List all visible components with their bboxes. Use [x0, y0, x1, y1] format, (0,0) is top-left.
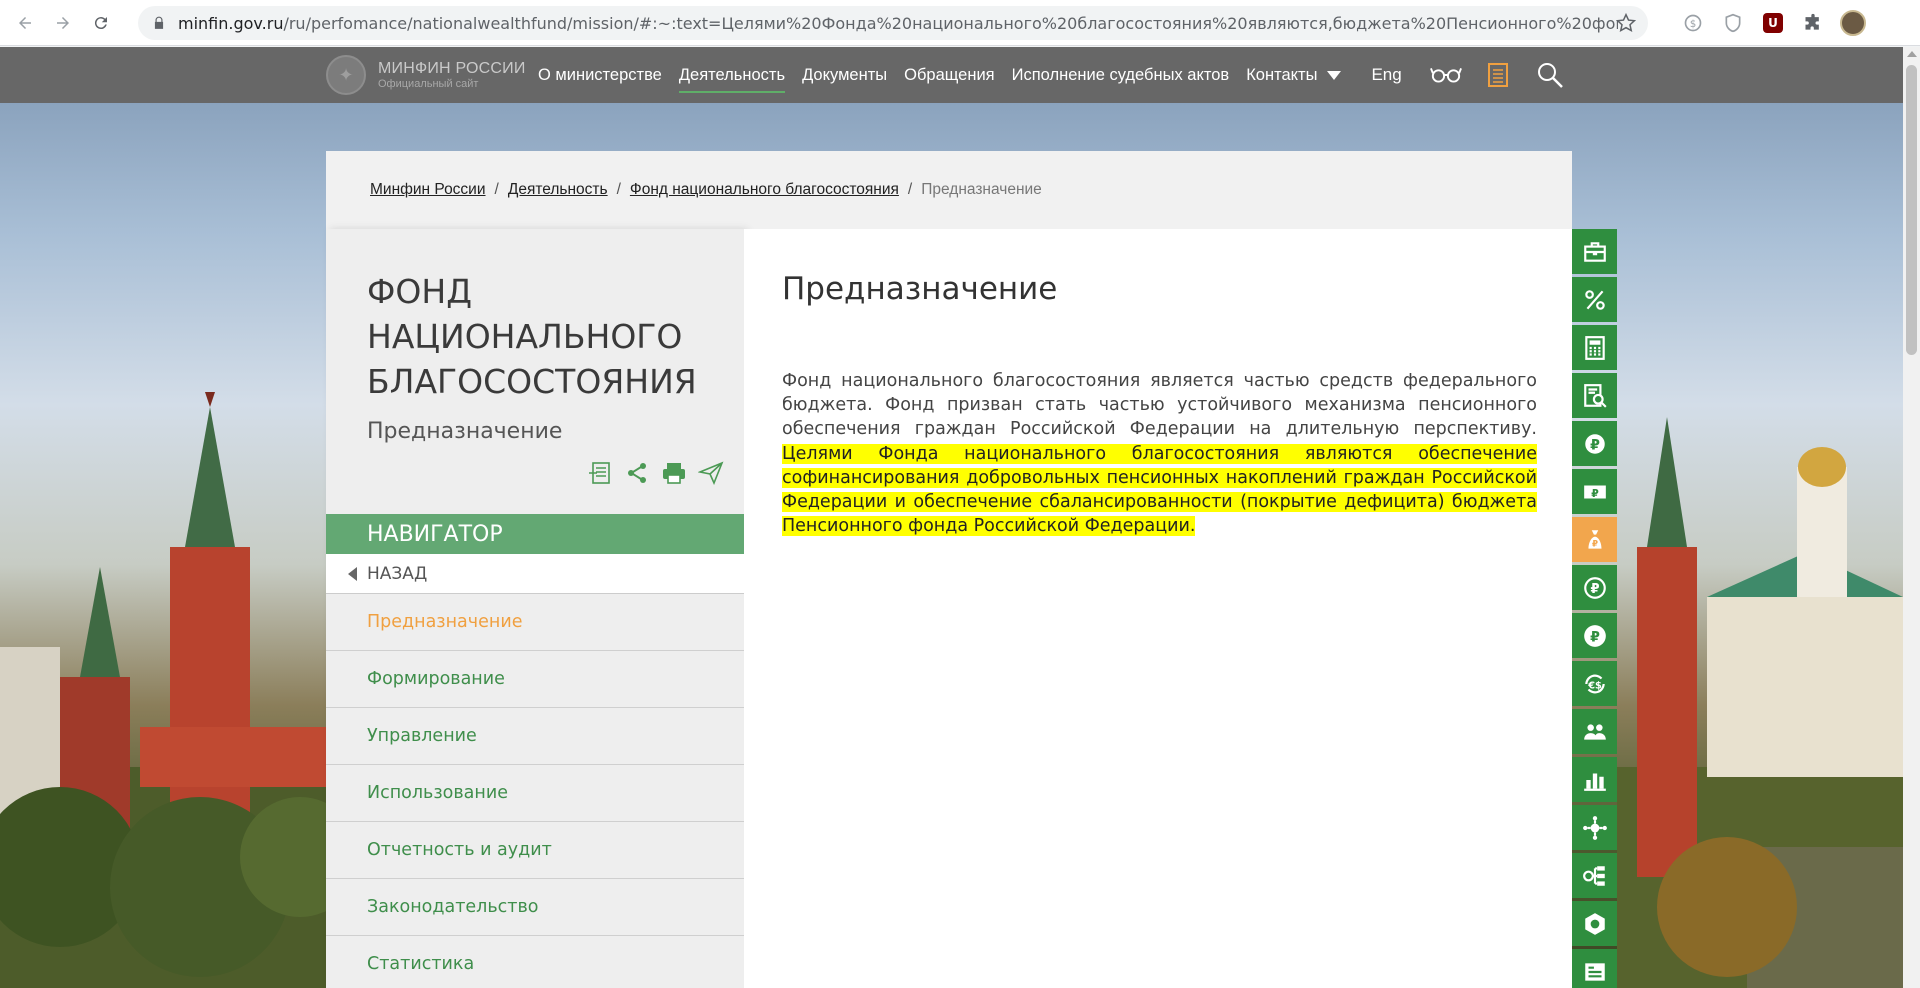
- browser-toolbar: minfin.gov.ru/ru/perfomance/nationalweal…: [0, 0, 1920, 46]
- logo-subtitle: Официальный сайт: [378, 77, 479, 90]
- profile-avatar[interactable]: [1840, 10, 1866, 36]
- breadcrumb-link-fund[interactable]: Фонд национального благосостояния: [630, 181, 899, 199]
- menu-item-activity[interactable]: Деятельность: [678, 47, 786, 103]
- print-icon[interactable]: [660, 459, 688, 487]
- glasses-icon[interactable]: [1429, 59, 1462, 91]
- back-icon[interactable]: [8, 6, 42, 40]
- sidebar-item-formation[interactable]: Формирование: [326, 651, 744, 708]
- sidebar-item-statistics[interactable]: Статистика: [326, 936, 744, 988]
- hexagon-badge-icon[interactable]: [1572, 901, 1617, 946]
- breadcrumb-separator: /: [616, 181, 621, 198]
- currency-exchange-icon[interactable]: €$: [1572, 661, 1617, 706]
- document-search-icon[interactable]: [1572, 373, 1617, 418]
- eagle-emblem-icon: ✦: [326, 55, 366, 95]
- svg-text:$: $: [1690, 19, 1696, 30]
- menu-item-ministry[interactable]: О министерстве: [538, 47, 662, 103]
- web-page: ✦ МИНФИН РОССИИ Официальный сайт О минис…: [0, 47, 1920, 988]
- page-tools: [586, 459, 734, 487]
- breadcrumb-separator: /: [907, 181, 913, 198]
- lock-icon: [154, 16, 164, 29]
- menu-item-documents[interactable]: Документы: [802, 47, 887, 103]
- main-content: Предназначение Фонд национального благос…: [744, 229, 1572, 988]
- breadcrumb-separator: /: [494, 181, 499, 198]
- triangle-left-icon: [348, 566, 357, 581]
- svg-text:₽: ₽: [1591, 539, 1597, 549]
- main-menu: О министерстве Деятельность Документы Об…: [538, 47, 1586, 103]
- ruble-circle-icon[interactable]: ₽: [1572, 613, 1617, 658]
- menu-item-court-acts[interactable]: Исполнение судебных актов: [1012, 47, 1230, 103]
- svg-text:€$: €$: [1587, 680, 1602, 691]
- url-text: minfin.gov.ru/ru/perfomance/nationalweal…: [178, 13, 1618, 33]
- paragraph-text: Фонд национального благосостояния являет…: [782, 371, 1537, 440]
- money-bag-icon[interactable]: ₽: [1572, 517, 1617, 562]
- sidebar-item-usage[interactable]: Использование: [326, 765, 744, 822]
- page-scrollbar[interactable]: [1903, 47, 1920, 988]
- percent-icon[interactable]: [1572, 277, 1617, 322]
- breadcrumb-link-activity[interactable]: Деятельность: [508, 181, 608, 199]
- navigator-header: НАВИГАТОР: [326, 514, 744, 554]
- forward-icon[interactable]: [46, 6, 80, 40]
- extension-dollar-icon[interactable]: $: [1680, 10, 1706, 36]
- main-paragraph: Фонд национального благосостояния являет…: [782, 369, 1537, 538]
- share-icon[interactable]: [623, 459, 651, 487]
- logo-title: МИНФИН РОССИИ: [378, 60, 526, 78]
- notepad-icon[interactable]: [1482, 59, 1514, 91]
- sidebar-item-management[interactable]: Управление: [326, 708, 744, 765]
- globe-ruble-icon[interactable]: ₽: [1572, 421, 1617, 466]
- sidebar: ФОНД НАЦИОНАЛЬНОГО БЛАГОСОСТОЯНИЯ Предна…: [326, 229, 744, 988]
- sidebar-item-legislation[interactable]: Законодательство: [326, 879, 744, 936]
- bar-chart-icon[interactable]: [1572, 757, 1617, 802]
- address-bar[interactable]: minfin.gov.ru/ru/perfomance/nationalweal…: [138, 6, 1648, 40]
- highlighted-text: Целями Фонда национального благосостояни…: [782, 443, 1537, 537]
- language-switch[interactable]: Eng: [1371, 65, 1401, 85]
- ruble-note-icon[interactable]: ₽: [1572, 469, 1617, 514]
- people-icon[interactable]: [1572, 709, 1617, 754]
- sidebar-title: ФОНД НАЦИОНАЛЬНОГО БЛАГОСОСТОЯНИЯ: [367, 272, 697, 401]
- breadcrumb-link-minfin[interactable]: Минфин России: [370, 181, 486, 199]
- navigator-list: Предназначение Формирование Управление И…: [326, 594, 744, 988]
- breadcrumb-current: Предназначение: [921, 181, 1042, 198]
- reload-icon[interactable]: [84, 6, 118, 40]
- menu-item-appeals[interactable]: Обращения: [904, 47, 994, 103]
- calculator-icon[interactable]: [1572, 325, 1617, 370]
- site-logo[interactable]: ✦ МИНФИН РОССИИ Официальный сайт: [326, 55, 526, 95]
- kremlin-scenery-left: [0, 392, 326, 988]
- breadcrumb: Минфин России / Деятельность / Фонд наци…: [326, 151, 1572, 229]
- right-quick-toolbar: ₽ ₽ ₽ ₽ ₽ €$: [1572, 229, 1617, 988]
- svg-text:₽: ₽: [1590, 629, 1600, 645]
- content-card: Минфин России / Деятельность / Фонд наци…: [326, 151, 1572, 988]
- ruble-coin-icon[interactable]: ₽: [1572, 565, 1617, 610]
- news-icon[interactable]: [1572, 949, 1617, 988]
- menu-item-contacts[interactable]: Контакты: [1246, 47, 1317, 103]
- site-header: ✦ МИНФИН РОССИИ Официальный сайт О минис…: [0, 47, 1920, 103]
- search-icon[interactable]: [1534, 59, 1566, 91]
- bookmark-star-icon[interactable]: [1616, 13, 1636, 33]
- svg-text:₽: ₽: [1590, 437, 1600, 453]
- network-ruble-icon[interactable]: [1572, 805, 1617, 850]
- svg-text:₽: ₽: [1590, 581, 1599, 596]
- extensions-puzzle-icon[interactable]: [1800, 10, 1826, 36]
- briefcase-icon[interactable]: [1572, 229, 1617, 274]
- extension-ublock-icon[interactable]: U: [1760, 10, 1786, 36]
- back-label: НАЗАД: [367, 563, 428, 584]
- caret-down-icon[interactable]: [1327, 70, 1342, 80]
- back-link[interactable]: НАЗАД: [326, 554, 744, 594]
- sidebar-item-purpose[interactable]: Предназначение: [326, 594, 744, 651]
- structure-icon[interactable]: [1572, 853, 1617, 898]
- page-title: Предназначение: [782, 271, 1058, 307]
- svg-text:₽: ₽: [1591, 486, 1599, 499]
- document-list-icon[interactable]: [586, 459, 614, 487]
- scrollbar-thumb[interactable]: [1906, 65, 1917, 355]
- sidebar-item-reporting[interactable]: Отчетность и аудит: [326, 822, 744, 879]
- kremlin-scenery-right: [1617, 417, 1903, 988]
- send-icon[interactable]: [697, 459, 725, 487]
- scroll-up-arrow-icon[interactable]: [1907, 51, 1917, 57]
- extension-shield-icon[interactable]: [1720, 10, 1746, 36]
- sidebar-subtitle: Предназначение: [367, 419, 563, 444]
